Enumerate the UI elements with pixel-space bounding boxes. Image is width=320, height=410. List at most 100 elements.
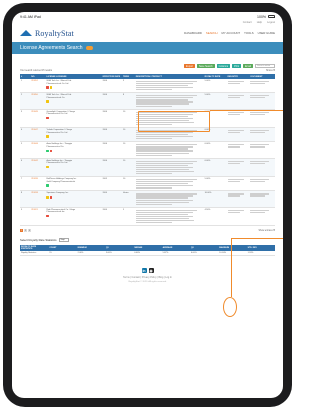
row-id-text[interactable]: 219844 (31, 143, 38, 145)
print-button[interactable]: Print (232, 64, 242, 68)
top-link-contact[interactable]: Contact (243, 21, 252, 26)
row-id-text[interactable]: 219847 (31, 129, 38, 131)
page-link[interactable]: 2 (24, 229, 27, 233)
row-licensee-sub[interactable]: Pharmaceutical Co. Ltd. (46, 113, 100, 116)
row-document-text-line (250, 209, 270, 211)
row-rate[interactable]: 5.00% (203, 176, 227, 192)
row-number: 4 (20, 127, 31, 143)
row-id-text[interactable]: 219833 (31, 192, 38, 194)
row-rate-text[interactable]: 4.50% (205, 209, 211, 211)
row-rate[interactable]: 5.00% (203, 79, 227, 94)
table-row[interactable]: 2 219850 WiMi Tech Inc. / Bio-cell Ltd. Pha… (20, 92, 275, 110)
row-id[interactable]: 219847 (30, 127, 46, 143)
row-number: 2 (20, 92, 31, 110)
row-id-text[interactable]: 219842 (31, 160, 38, 162)
row-id-text[interactable]: 219849 (31, 111, 38, 113)
stats-title: Select Royalty Rate Statistics (20, 238, 57, 243)
nav-item-user-guide[interactable]: USER GUIDE (258, 31, 275, 35)
row-licensee-sub[interactable]: Pharmaceuticals Co. Ltd. (46, 83, 100, 86)
row-rate-text[interactable]: 5.00% (205, 80, 211, 82)
top-link-logout[interactable]: Logout (267, 21, 275, 26)
stats-cell: 1.93% (246, 251, 275, 257)
row-number-text: 1 (21, 80, 23, 82)
row-rate-text[interactable]: 5.00% (205, 178, 211, 180)
table-row[interactable]: 9 219821 Robi Pharmaceutical Co. / Hoge Pha… (20, 207, 275, 227)
row-date: 2005 (101, 176, 122, 192)
nav-item-dashboard[interactable]: DASHBOARD (184, 31, 202, 35)
row-licensee[interactable]: BioPlaceo Holdings Company Inc. Gold Comp… (45, 176, 102, 192)
search-within-input[interactable]: Search within (255, 64, 275, 68)
row-licensee[interactable]: WiMi Tech Inc. / Bio-cell Ltd. Pharmaceut… (45, 79, 102, 94)
row-id-text[interactable]: 219850 (31, 94, 38, 96)
footer-links[interactable]: Terms | Contact | Privacy Policy | Blog … (20, 276, 275, 279)
row-id[interactable]: 219842 (30, 158, 46, 178)
logo-mark-icon (20, 30, 32, 36)
page-link[interactable]: 1 (20, 229, 23, 233)
row-document-text-line (250, 82, 265, 85)
row-licensee[interactable]: WiMi Tech Inc. / Bio-cell Ltd. Pharmaceut… (45, 92, 102, 110)
save-search-button[interactable]: Save Search (196, 64, 215, 68)
table-row[interactable]: 7 219839 BioPlaceo Holdings Company Inc. Go… (20, 176, 275, 192)
per-page-select[interactable]: Show entries 25 (259, 230, 275, 232)
row-licensee[interactable]: Aeris Holdings Inc. / Dongyin Pharmaceuti… (45, 141, 102, 159)
row-id[interactable]: 219821 (30, 207, 46, 227)
table-row[interactable]: 6 219842 Aeris Holdings Inc. / Dongyin Phar… (20, 158, 275, 178)
columns-button[interactable]: Columns (216, 64, 231, 68)
row-rate[interactable]: 6.00% (203, 141, 227, 159)
row-licensee[interactable]: Yufuda Corporation / Charge Pharmaceutica… (45, 127, 102, 143)
row-licensee-text[interactable]: BioPlaceo Holdings Company Inc. (46, 178, 76, 180)
rss-icon[interactable]: ◉ (148, 268, 154, 274)
row-id[interactable]: 219844 (30, 141, 46, 159)
nav-item-tools[interactable]: TOOLS (244, 31, 253, 35)
page-link[interactable]: 3 (28, 229, 31, 233)
row-licensee-sub[interactable]: Gold Company Pharmaceuticals (46, 181, 100, 184)
row-document (249, 109, 275, 129)
email-button[interactable]: Email (243, 64, 253, 68)
stats-select[interactable]: Sept (58, 238, 69, 242)
row-licensee-sub[interactable]: Pharmaceutical Co. Ltd. (46, 132, 100, 135)
row-id-text[interactable]: 219852 (31, 80, 38, 82)
row-id-text[interactable]: 219821 (31, 209, 38, 211)
row-licensee-sub[interactable]: Pharmaceuticals Co. (46, 97, 100, 100)
row-rate[interactable]: 10.00% (203, 190, 227, 208)
row-licensee-sub[interactable]: Pharmaceuticals Inc. (46, 211, 100, 214)
row-date: 2004 (101, 190, 122, 208)
nav-item-my-account[interactable]: MY ACCOUNT (222, 31, 241, 35)
row-rate-text[interactable]: 6.00% (205, 160, 211, 162)
row-id[interactable]: 219849 (30, 109, 46, 129)
row-id[interactable]: 219850 (30, 92, 46, 110)
row-licensee-text[interactable]: WiMi Tech Inc. / Bio-cell Ltd. (46, 94, 71, 96)
row-rate-text[interactable]: 6.00% (205, 143, 211, 145)
top-link-help[interactable]: Help (257, 21, 262, 26)
table-row[interactable]: 5 219844 Aeris Holdings Inc. / Dongyin Phar… (20, 141, 275, 159)
row-id[interactable]: 219852 (30, 79, 46, 94)
row-rate[interactable]: 4.50% (203, 207, 227, 227)
export-button[interactable]: Export (184, 64, 195, 68)
flag-icon (46, 214, 49, 218)
row-rate-text[interactable]: 5.00% (205, 94, 211, 96)
results-show[interactable]: Show 25 (266, 70, 275, 72)
row-rate[interactable]: 5.00% (203, 92, 227, 110)
stats-row: Royalty Statistics 15 2.00% 5.00% 6.00% … (20, 251, 275, 257)
row-licensee-text[interactable]: Specimen Company, Inc. (46, 192, 68, 194)
row-licensee[interactable]: Greenlight Corporation / Charge Pharmaceu… (45, 109, 102, 129)
row-rate[interactable]: 6.00% (203, 158, 227, 178)
row-id[interactable]: 219833 (30, 190, 46, 208)
table-row[interactable]: 8 219833 Specimen Company, Inc. 2004 Varies 1… (20, 190, 275, 208)
row-id[interactable]: 219839 (30, 176, 46, 192)
row-rate-text[interactable]: 10.00% (205, 192, 212, 194)
row-licensee-sub[interactable]: Pharmaceutical Co. (46, 146, 100, 149)
row-licensee[interactable]: Specimen Company, Inc. (45, 190, 102, 208)
row-licensee-text[interactable]: WiMi Tech Inc. / Bio-cell Ltd. (46, 80, 71, 82)
row-licensee-sub[interactable]: Pharmaceutical Co. Ltd. (46, 162, 100, 165)
row-document-text-line (250, 95, 270, 97)
row-licensee-text[interactable]: Yufuda Corporation / Charge (46, 129, 71, 131)
logo[interactable]: RoyaltyStat (20, 29, 74, 38)
row-licensee[interactable]: Robi Pharmaceutical Co. / Hoge Pharmaceut… (45, 207, 102, 227)
nav-item-search[interactable]: SEARCH (206, 31, 218, 35)
linkedin-icon[interactable]: in (141, 268, 147, 274)
stats-cell[interactable]: Royalty Statistics (20, 251, 49, 257)
row-id-text[interactable]: 219839 (31, 178, 38, 180)
table-row[interactable]: 1 219852 WiMi Tech Inc. / Bio-cell Ltd. Pha… (20, 79, 275, 94)
row-licensee[interactable]: Aeris Holdings Inc. / Dongyin Pharmaceuti… (45, 158, 102, 178)
